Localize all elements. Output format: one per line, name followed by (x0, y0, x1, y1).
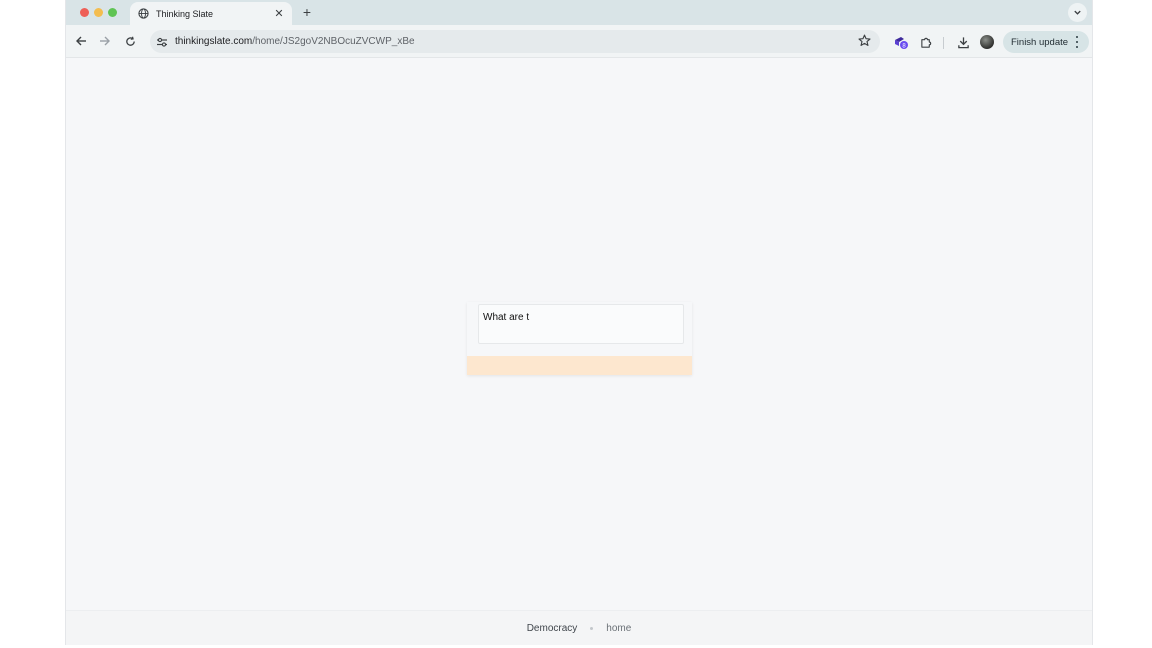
browser-tab[interactable]: Thinking Slate ✕ (130, 2, 292, 25)
globe-icon (137, 8, 149, 20)
footer: Democracy home (66, 610, 1092, 645)
arrow-left-icon (76, 36, 86, 46)
extensions-puzzle-icon[interactable] (918, 34, 934, 50)
close-window-button[interactable] (80, 8, 89, 17)
tab-title: Thinking Slate (156, 8, 214, 19)
download-icon[interactable] (955, 34, 971, 50)
reload-button[interactable] (123, 34, 137, 48)
toolbar-divider (943, 37, 944, 49)
prompt-card: What are t (467, 302, 692, 375)
forward-button[interactable] (98, 34, 112, 48)
tab-strip: Thinking Slate ✕ + (66, 0, 1092, 25)
bookmark-star-icon[interactable] (858, 34, 872, 48)
browser-window: Thinking Slate ✕ + thinkingslate.com/hom… (65, 0, 1093, 645)
url-host: thinkingslate.com (175, 36, 253, 47)
accent-bar (467, 356, 692, 375)
breadcrumb-democracy[interactable]: Democracy (527, 623, 578, 634)
new-tab-button[interactable]: + (299, 4, 315, 20)
minimize-window-button[interactable] (94, 8, 103, 17)
finish-update-label: Finish update (1011, 36, 1069, 48)
chevron-down-icon (1074, 10, 1081, 15)
browser-toolbar: thinkingslate.com/home/JS2goV2NBOcuZVCWP… (66, 25, 1092, 58)
profile-avatar[interactable] (980, 35, 994, 49)
question-input[interactable]: What are t (478, 304, 684, 344)
address-bar[interactable]: thinkingslate.com/home/JS2goV2NBOcuZVCWP… (150, 30, 880, 53)
site-settings-icon[interactable] (156, 35, 168, 47)
reload-icon (125, 36, 135, 46)
breadcrumb-separator (590, 626, 594, 630)
arrow-right-icon (100, 36, 110, 46)
maximize-window-button[interactable] (108, 8, 117, 17)
extension-badge-icon[interactable]: 8 (893, 34, 909, 50)
tab-search-button[interactable] (1068, 3, 1087, 22)
finish-update-button[interactable]: Finish update (1003, 31, 1089, 53)
more-menu-icon[interactable] (1076, 36, 1079, 48)
url-path: /home/JS2goV2NBOcuZVCWP_xBe (252, 36, 415, 47)
breadcrumb-home[interactable]: home (606, 623, 631, 634)
tab-close-icon[interactable]: ✕ (272, 7, 286, 21)
back-button[interactable] (74, 34, 88, 48)
url-text: thinkingslate.com/home/JS2goV2NBOcuZVCWP… (175, 36, 415, 47)
